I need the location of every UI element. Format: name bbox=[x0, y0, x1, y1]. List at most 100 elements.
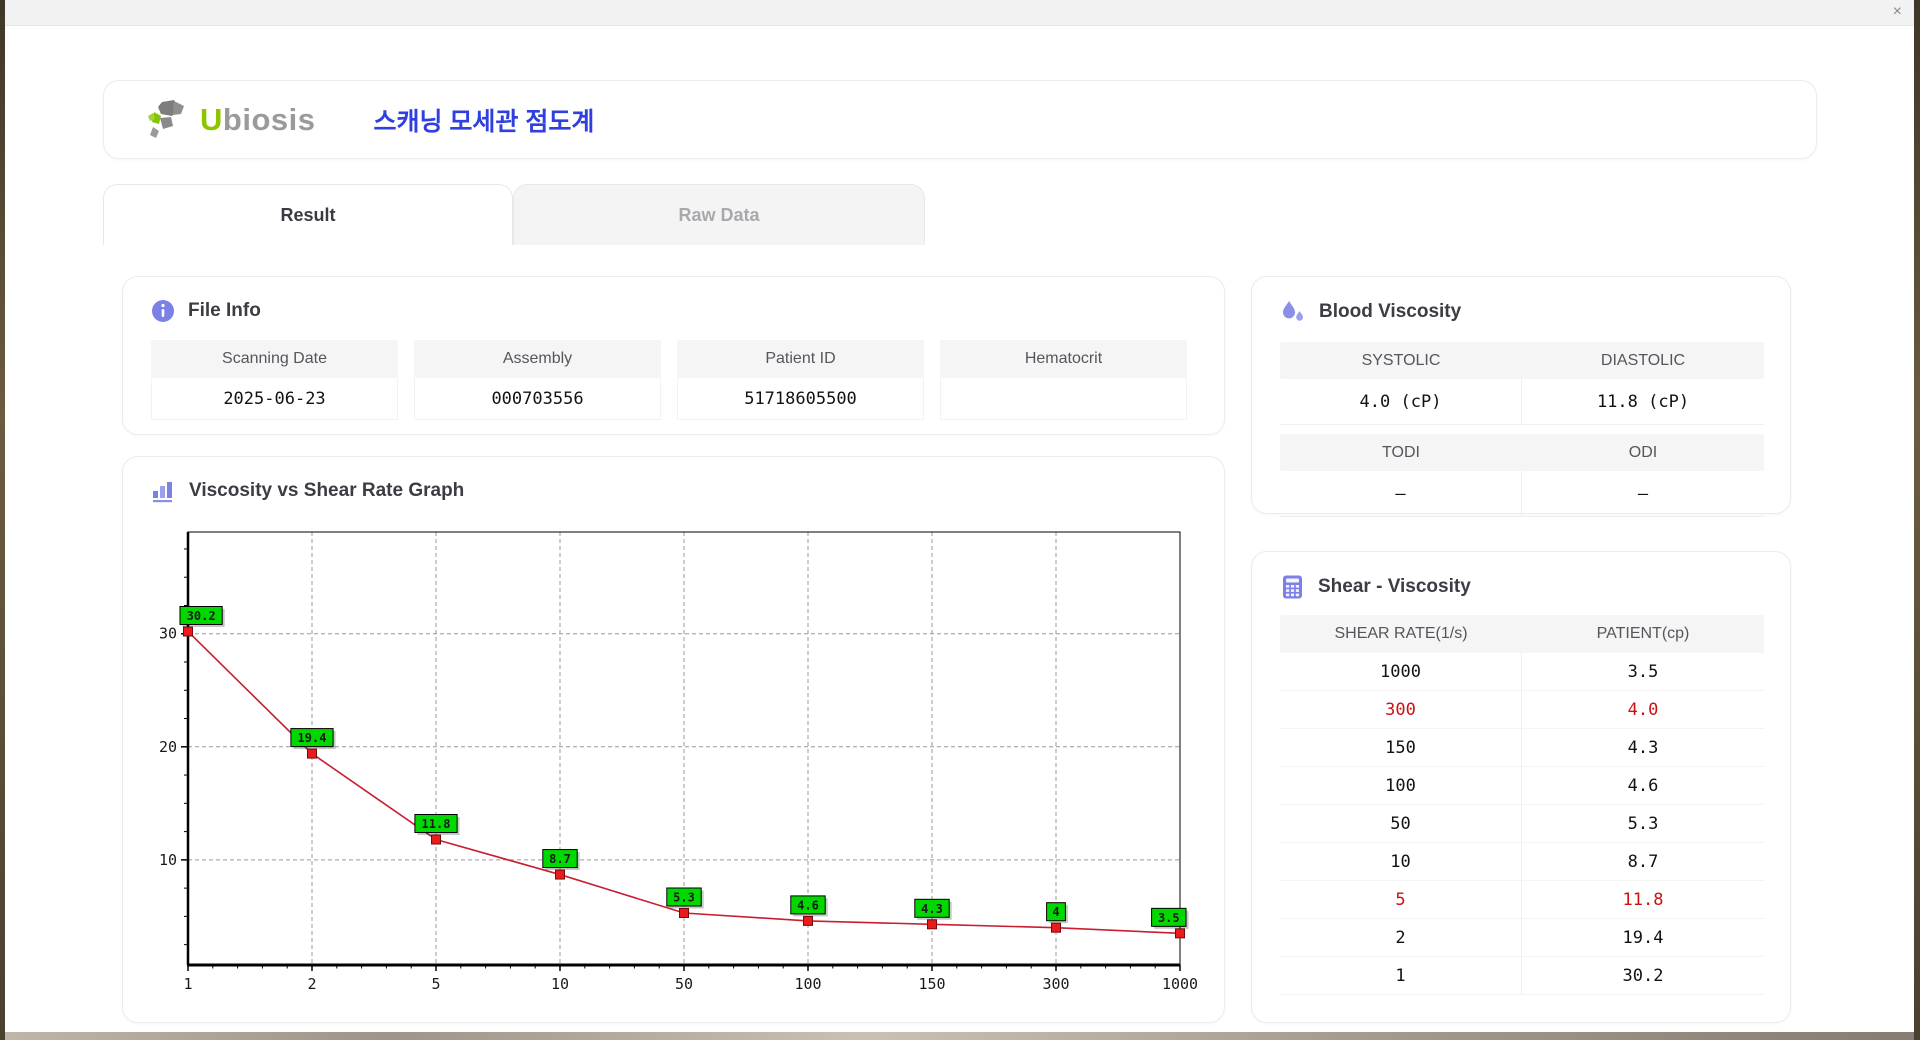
shear-rate-cell: 150 bbox=[1280, 729, 1522, 766]
file-info-field-label: Assembly bbox=[414, 340, 661, 378]
file-info-field-label: Patient ID bbox=[677, 340, 924, 378]
svg-text:50: 50 bbox=[675, 975, 693, 993]
shear-rate-cell: 10 bbox=[1280, 843, 1522, 880]
file-info-field-value: 51718605500 bbox=[677, 378, 924, 420]
shear-table-header: SHEAR RATE(1/s) bbox=[1334, 625, 1468, 642]
file-info-field-value bbox=[940, 378, 1187, 420]
shear-rate-cell: 2 bbox=[1280, 919, 1522, 956]
patient-viscosity-cell: 8.7 bbox=[1627, 851, 1659, 872]
blood-viscosity-title-row: Blood Viscosity bbox=[1280, 299, 1790, 325]
svg-text:300: 300 bbox=[1042, 975, 1069, 993]
bar-chart-icon bbox=[151, 479, 176, 503]
file-info-card: File Info Scanning Date 2025-06-23 Assembl… bbox=[122, 276, 1225, 435]
shear-table-row: 5 11.8 bbox=[1280, 881, 1764, 919]
shear-rate-cell: 300 bbox=[1280, 691, 1522, 728]
window-bottom-edge bbox=[5, 1032, 1914, 1040]
svg-text:1: 1 bbox=[183, 975, 192, 993]
patient-viscosity-cell: 3.5 bbox=[1627, 661, 1659, 682]
window-left-edge bbox=[0, 0, 5, 1040]
file-info-field: Hematocrit bbox=[940, 340, 1187, 420]
shear-table-row: 2 19.4 bbox=[1280, 919, 1764, 957]
svg-text:4.6: 4.6 bbox=[797, 898, 819, 912]
patient-viscosity-cell: 19.4 bbox=[1622, 927, 1664, 948]
viscosity-shear-chart: 10 20 30 1 2 5 10 50 100 150 300 1000 30.2 19.4 11.8 8.… bbox=[159, 531, 1198, 993]
viscosity-graph-card: Viscosity vs Shear Rate Graph 10 20 30 1 2 5 1… bbox=[122, 456, 1225, 1023]
shear-table-row: 300 4.0 bbox=[1280, 691, 1764, 729]
patient-viscosity-cell: 4.6 bbox=[1627, 775, 1659, 796]
file-info-field: Assembly 000703556 bbox=[414, 340, 661, 420]
shear-rate-cell: 100 bbox=[1280, 767, 1522, 804]
file-info-title: File Info bbox=[188, 300, 261, 321]
svg-text:30.2: 30.2 bbox=[187, 609, 216, 623]
shear-table-row: 1 30.2 bbox=[1280, 957, 1764, 995]
bv-header-cell: DIASTOLIC bbox=[1600, 352, 1686, 369]
svg-text:4.3: 4.3 bbox=[921, 902, 943, 916]
shear-viscosity-title-row: Shear - Viscosity bbox=[1280, 574, 1790, 600]
window-titlebar: × bbox=[5, 0, 1914, 26]
info-icon bbox=[151, 299, 175, 323]
blood-viscosity-table: SYSTOLIC DIASTOLIC 4.0 (cP) 11.8 (cP) TODI OD… bbox=[1280, 342, 1764, 517]
logo-wordmark: Ubiosis bbox=[200, 102, 315, 138]
bv-value-cell: – bbox=[1637, 483, 1649, 504]
svg-text:10: 10 bbox=[551, 975, 569, 993]
file-info-field-value: 000703556 bbox=[414, 378, 661, 420]
svg-text:4: 4 bbox=[1052, 905, 1059, 919]
bv-value-cell: – bbox=[1280, 471, 1522, 516]
file-info-field: Scanning Date 2025-06-23 bbox=[151, 340, 398, 420]
file-info-field-value: 2025-06-23 bbox=[151, 378, 398, 420]
bv-value-cell: 11.8 (cP) bbox=[1596, 391, 1690, 412]
svg-text:5: 5 bbox=[431, 975, 440, 993]
shear-table-row: 150 4.3 bbox=[1280, 729, 1764, 767]
shear-rate-cell: 5 bbox=[1280, 881, 1522, 918]
svg-text:100: 100 bbox=[794, 975, 821, 993]
file-info-field: Patient ID 51718605500 bbox=[677, 340, 924, 420]
patient-viscosity-cell: 30.2 bbox=[1622, 965, 1664, 986]
logo-letter-u: U bbox=[200, 101, 223, 137]
svg-text:20: 20 bbox=[159, 738, 177, 756]
tab-result[interactable]: Result bbox=[103, 184, 513, 245]
ubiosis-logo-icon bbox=[144, 98, 194, 142]
file-info-field-label: Scanning Date bbox=[151, 340, 398, 378]
patient-viscosity-cell: 4.3 bbox=[1627, 737, 1659, 758]
shear-table-row: 50 5.3 bbox=[1280, 805, 1764, 843]
blood-viscosity-card: Blood Viscosity SYSTOLIC DIASTOLIC 4.0 (cP… bbox=[1251, 276, 1791, 517]
shear-rate-cell: 1 bbox=[1280, 957, 1522, 994]
logo-word-rest: biosis bbox=[222, 101, 316, 137]
app-window: × Ubiosis 스캐닝 모세관 점도계 Result Raw Data Fi… bbox=[0, 0, 1920, 1040]
close-icon[interactable]: × bbox=[1893, 2, 1902, 22]
svg-text:10: 10 bbox=[159, 851, 177, 869]
graph-title-row: Viscosity vs Shear Rate Graph bbox=[151, 479, 1224, 503]
svg-text:2: 2 bbox=[307, 975, 316, 993]
header-card: Ubiosis 스캐닝 모세관 점도계 bbox=[103, 80, 1817, 159]
patient-viscosity-cell: 11.8 bbox=[1622, 889, 1664, 910]
shear-table-row: 1000 3.5 bbox=[1280, 653, 1764, 691]
app-title-korean: 스캐닝 모세관 점도계 bbox=[373, 107, 595, 136]
shear-table-row: 10 8.7 bbox=[1280, 843, 1764, 881]
graph-title: Viscosity vs Shear Rate Graph bbox=[189, 480, 465, 501]
droplets-icon bbox=[1280, 299, 1306, 325]
bv-header-cell: SYSTOLIC bbox=[1361, 352, 1441, 369]
svg-text:30: 30 bbox=[159, 625, 177, 643]
shear-viscosity-table: SHEAR RATE(1/s) PATIENT(cp) 1000 3.5 300 4.0 1… bbox=[1280, 615, 1764, 995]
file-info-grid: Scanning Date 2025-06-23 Assembly 000703556… bbox=[151, 340, 1224, 420]
bv-header-cell: ODI bbox=[1628, 444, 1658, 461]
ubiosis-logo: Ubiosis bbox=[144, 98, 315, 142]
file-info-title-row: File Info bbox=[151, 299, 1224, 323]
tab-raw-data[interactable]: Raw Data bbox=[513, 184, 925, 245]
svg-text:5.3: 5.3 bbox=[673, 890, 695, 904]
patient-viscosity-cell: 5.3 bbox=[1627, 813, 1659, 834]
file-info-field-label: Hematocrit bbox=[940, 340, 1187, 378]
calculator-icon bbox=[1280, 574, 1305, 600]
blood-viscosity-title: Blood Viscosity bbox=[1319, 301, 1462, 322]
svg-text:19.4: 19.4 bbox=[298, 731, 327, 745]
svg-text:150: 150 bbox=[918, 975, 945, 993]
shear-viscosity-card: Shear - Viscosity SHEAR RATE(1/s) PATIENT… bbox=[1251, 551, 1791, 1023]
svg-text:8.7: 8.7 bbox=[549, 852, 571, 866]
window-right-edge bbox=[1914, 0, 1920, 1040]
bv-value-cell: 4.0 (cP) bbox=[1280, 379, 1522, 424]
shear-table-row: 100 4.6 bbox=[1280, 767, 1764, 805]
shear-table-header: PATIENT(cp) bbox=[1596, 625, 1690, 642]
svg-text:1000: 1000 bbox=[1162, 975, 1198, 993]
shear-rate-cell: 50 bbox=[1280, 805, 1522, 842]
svg-text:3.5: 3.5 bbox=[1158, 911, 1180, 925]
